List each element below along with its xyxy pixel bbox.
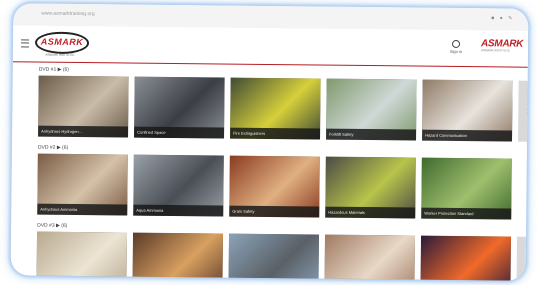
video-row-dvd-3: › bbox=[36, 231, 529, 281]
app-header: ASMARK ASMARK INSTITUTE Sign in ASMARK A… bbox=[12, 25, 529, 68]
video-tile[interactable]: Grain Safety bbox=[229, 155, 320, 218]
next-arrow-button[interactable]: › bbox=[516, 236, 529, 281]
video-thumbnail bbox=[324, 234, 416, 281]
hamburger-menu-icon[interactable] bbox=[20, 39, 30, 48]
video-tile[interactable] bbox=[420, 235, 512, 281]
video-tile[interactable]: Fire Extinguishers bbox=[230, 77, 321, 140]
video-thumbnail bbox=[420, 235, 512, 281]
browser-window: www.asmarktraining.org ■ ● ✎ ASMARK ASMA… bbox=[10, 3, 529, 281]
asmark-logo[interactable]: ASMARK bbox=[34, 31, 90, 55]
video-tile[interactable] bbox=[324, 234, 416, 281]
video-title: Confined Space bbox=[134, 126, 225, 139]
video-title: Aqua Ammonia bbox=[133, 204, 224, 217]
video-tile[interactable]: Aqua Ammonia bbox=[133, 154, 224, 217]
video-title: Forklift Safety bbox=[326, 128, 417, 141]
video-tile[interactable]: Forklift Safety bbox=[326, 78, 417, 141]
video-title: Grain Safety bbox=[229, 205, 320, 218]
signin-label: Sign in bbox=[449, 48, 463, 55]
video-title: Fire Extinguishers bbox=[230, 127, 321, 140]
video-title: Worker Protection Standard bbox=[421, 207, 512, 220]
video-tile[interactable]: Hazardous Materials bbox=[325, 156, 416, 219]
video-thumbnail bbox=[228, 233, 320, 281]
video-title: Anhydrous Ammonia bbox=[37, 203, 128, 216]
video-row-dvd-2: Anhydrous Ammonia Aqua Ammonia Grain Saf… bbox=[37, 153, 528, 221]
video-tile[interactable]: Anhydrous Hydrogen... bbox=[38, 75, 129, 138]
section-label-dvd-1[interactable]: DVD #1 ▶ (6) bbox=[39, 67, 69, 73]
video-tile[interactable] bbox=[36, 231, 128, 281]
video-thumbnail bbox=[36, 231, 128, 281]
url-text[interactable]: www.asmarktraining.org bbox=[41, 11, 94, 18]
logo-subtitle: ASMARK INSTITUTE bbox=[45, 52, 75, 57]
video-row-dvd-1: Anhydrous Hydrogen... Confined Space Fir… bbox=[38, 75, 529, 143]
browser-toolbar-icons[interactable]: ■ ● ✎ bbox=[491, 15, 514, 21]
video-tile[interactable] bbox=[132, 232, 224, 281]
video-thumbnail bbox=[132, 232, 224, 281]
section-label-dvd-3[interactable]: DVD #3 ▶ (6) bbox=[37, 223, 67, 229]
video-tile[interactable]: Worker Protection Standard bbox=[421, 157, 512, 220]
video-tile[interactable]: Anhydrous Ammonia bbox=[37, 153, 128, 216]
video-title: Anhydrous Hydrogen... bbox=[38, 125, 129, 138]
video-title: Hazardous Materials bbox=[325, 206, 416, 219]
logo-text: ASMARK bbox=[40, 36, 84, 48]
video-tile[interactable]: Confined Space bbox=[134, 76, 225, 139]
brand-logo-right: ASMARK ASMARK INSTITUTE bbox=[481, 38, 525, 60]
user-icon bbox=[451, 39, 461, 48]
section-label-dvd-2[interactable]: DVD #2 ▶ (6) bbox=[38, 145, 68, 151]
video-title: Hazard Communication bbox=[422, 129, 513, 142]
video-tile[interactable] bbox=[228, 233, 320, 281]
next-arrow-button[interactable]: › bbox=[518, 80, 529, 142]
video-tile[interactable]: Hazard Communication bbox=[422, 79, 513, 142]
signin-button[interactable]: Sign in bbox=[446, 39, 466, 55]
